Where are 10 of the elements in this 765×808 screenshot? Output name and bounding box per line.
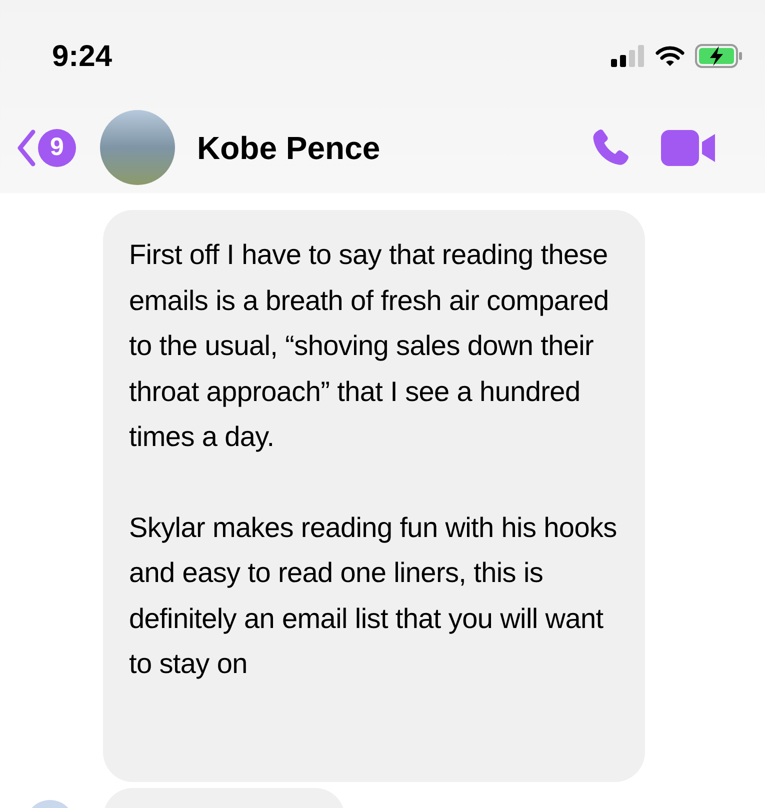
video-camera-icon[interactable] — [661, 130, 717, 166]
status-time: 9:24 — [52, 38, 112, 74]
wifi-icon — [655, 45, 685, 67]
contact-name: Kobe Pence — [197, 128, 380, 168]
signal-icon — [611, 45, 645, 67]
message-text: First off I have to say that reading these emails is a breath of fresh air compared to the usual, “shoving sales down their throat approach” that I see a hundred times a day. — [129, 238, 610, 454]
message-text: Skylar makes reading fun with his hooks and easy to read one liners, this is definitely an email list that you will want to stay on — [129, 510, 618, 681]
unread-badge[interactable]: 9 — [38, 128, 76, 166]
battery-charging-icon — [695, 44, 743, 68]
back-icon[interactable] — [16, 128, 36, 166]
